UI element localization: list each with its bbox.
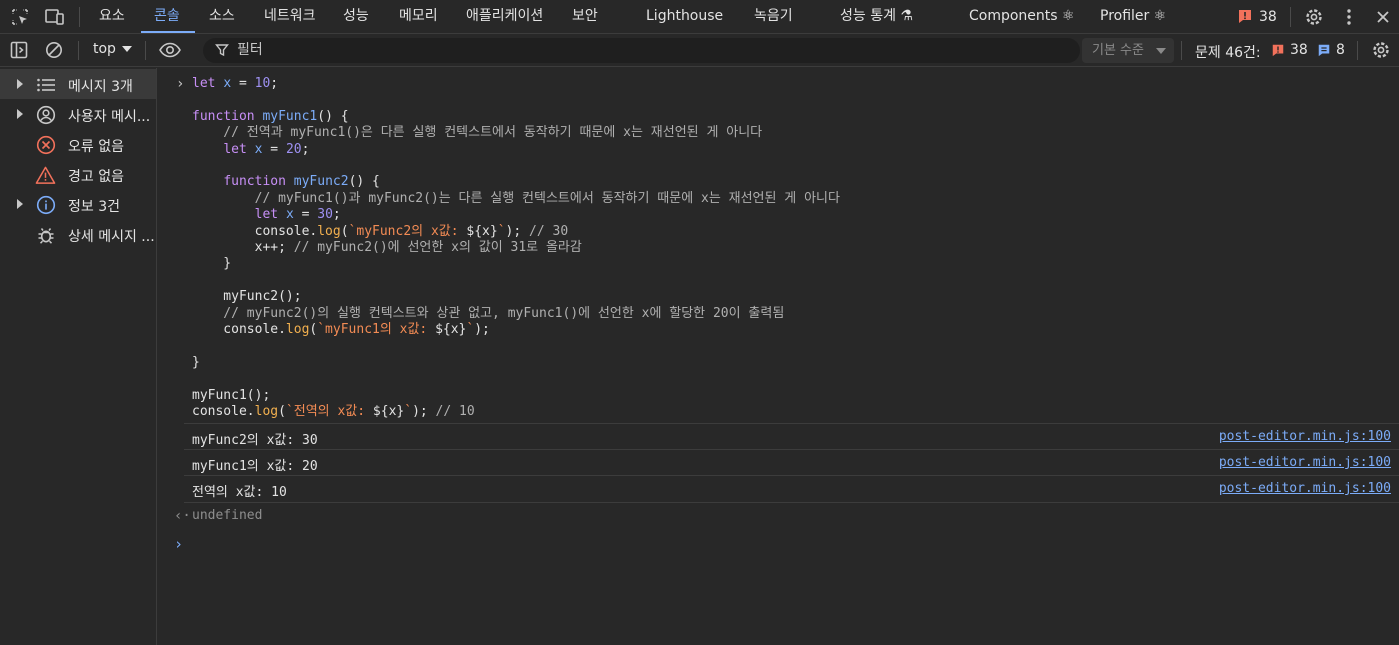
code-line: // myFunc2()의 실행 컨텍스트와 상관 없고, myFunc1()에… <box>192 305 785 321</box>
device-toolbar-icon[interactable] <box>45 7 65 27</box>
info-icon <box>35 194 56 215</box>
expand-arrow-icon[interactable] <box>17 79 23 89</box>
issues-summary-label[interactable]: 문제 46건: <box>1195 42 1261 62</box>
tab-security[interactable]: 보안 <box>572 0 598 33</box>
issues-error-icon[interactable] <box>1237 8 1253 24</box>
more-options-icon[interactable] <box>1339 7 1359 27</box>
tab-performance[interactable]: 성능 <box>343 0 369 33</box>
sidebar-item-label: 사용자 메시... <box>68 109 151 125</box>
sidebar-item-warnings[interactable]: 경고 없음 <box>0 159 156 189</box>
issues-info-icon[interactable] <box>1317 43 1331 57</box>
toolbar-divider <box>1181 41 1182 60</box>
log-levels-label: 기본 수준 <box>1092 43 1144 58</box>
code-line: // 전역과 myFunc1()은 다른 실행 컨텍스트에서 동작하기 때문에 … <box>192 125 763 141</box>
sidebar-item-errors[interactable]: 오류 없음 <box>0 129 156 159</box>
bug-icon <box>35 224 56 245</box>
active-tab-indicator <box>141 31 195 33</box>
warning-icon <box>35 164 56 185</box>
filter-input[interactable] <box>237 40 1037 60</box>
code-line: myFunc2(); <box>192 289 302 305</box>
toolbar-divider <box>145 41 146 60</box>
console-log-row[interactable]: myFunc1의 x값: 20 post-editor.min.js:100 <box>184 449 1399 475</box>
input-chevron-icon: › <box>176 76 185 92</box>
console-log-row[interactable]: myFunc2의 x값: 30 post-editor.min.js:100 <box>184 423 1399 449</box>
log-message: 전역의 x값: 10 <box>192 485 287 500</box>
log-source-link[interactable]: post-editor.min.js:100 <box>1219 429 1391 444</box>
inspect-element-icon[interactable] <box>10 7 30 27</box>
code-line: x++; // myFunc2()에 선언한 x의 값이 31로 올라감 <box>192 240 582 256</box>
live-expression-eye-icon[interactable] <box>158 40 182 60</box>
sidebar-item-label: 상세 메시지 ... <box>68 229 155 245</box>
log-levels-dropdown[interactable]: 기본 수준 <box>1082 38 1174 63</box>
sidebar-item-label: 정보 3건 <box>68 199 120 215</box>
code-line: let x = 30; <box>254 207 341 223</box>
console-input-code[interactable]: let x = 10; function myFunc1() { // 전역과 … <box>192 76 840 421</box>
list-icon <box>35 74 56 95</box>
sidebar-item-info[interactable]: 정보 3건 <box>0 189 156 219</box>
tab-recorder[interactable]: 녹음기 <box>754 0 793 33</box>
toggle-sidebar-icon[interactable] <box>9 40 29 60</box>
issues-error-icon[interactable] <box>1271 43 1285 57</box>
code-line: console.log(`myFunc1의 x값: ${x}`); <box>192 322 490 338</box>
context-selector[interactable]: top <box>93 41 116 57</box>
issues-error-count[interactable]: 38 <box>1290 42 1308 58</box>
devtools-tab-bar: 요소 콘솔 소스 네트워크 성능 메모리 애플리케이션 보안 Lighthous… <box>0 0 1399 34</box>
console-settings-gear-icon[interactable] <box>1371 40 1391 60</box>
tab-profiler[interactable]: Profiler ⚛ <box>1100 0 1166 33</box>
code-line: console.log(`myFunc2의 x값: ${x}`); // 30 <box>192 223 569 239</box>
chevron-down-icon <box>1156 48 1166 54</box>
code-line: } <box>192 256 232 272</box>
expand-arrow-icon[interactable] <box>17 109 23 119</box>
console-log-row[interactable]: 전역의 x값: 10 post-editor.min.js:100 <box>184 475 1399 503</box>
sidebar-item-label: 메시지 3개 <box>68 79 133 95</box>
console-prompt-icon[interactable]: › <box>174 535 183 553</box>
code-line: // myFunc1()과 myFunc2()는 다른 실행 컨텍스트에서 동작… <box>192 190 840 206</box>
log-message: myFunc2의 x값: 30 <box>192 433 318 448</box>
code-line: let x = 20; <box>223 141 310 157</box>
tabbar-divider <box>1290 7 1291 27</box>
code-line: console.log(`전역의 x값: ${x}`); // 10 <box>192 404 475 420</box>
code-line: myFunc1(); <box>192 387 271 403</box>
issues-info-count[interactable]: 8 <box>1336 42 1345 58</box>
context-caret-icon[interactable] <box>122 46 132 52</box>
log-source-link[interactable]: post-editor.min.js:100 <box>1219 481 1391 496</box>
log-message: myFunc1의 x값: 20 <box>192 459 318 474</box>
log-source-link[interactable]: post-editor.min.js:100 <box>1219 455 1391 470</box>
tabbar-divider <box>79 7 80 27</box>
filter-input-container[interactable] <box>203 38 1080 63</box>
clear-console-icon[interactable] <box>44 40 64 60</box>
code-line: let x = 10; <box>192 76 279 91</box>
eval-result: undefined <box>192 508 263 523</box>
code-line: } <box>192 354 200 370</box>
tab-sources[interactable]: 소스 <box>209 0 235 33</box>
tab-lighthouse[interactable]: Lighthouse <box>646 0 723 33</box>
sidebar-item-user-messages[interactable]: 사용자 메시... <box>0 99 156 129</box>
toolbar-divider <box>78 41 79 60</box>
tab-performance-insights[interactable]: 성능 통계 ⚗ <box>840 0 913 33</box>
toolbar-divider <box>1357 41 1358 60</box>
tab-console[interactable]: 콘솔 <box>154 0 180 33</box>
expand-arrow-icon[interactable] <box>17 199 23 209</box>
tab-elements[interactable]: 요소 <box>99 0 125 33</box>
console-output[interactable]: › let x = 10; function myFunc1() { // 전역… <box>157 68 1399 645</box>
error-icon <box>35 134 56 155</box>
close-devtools-icon[interactable] <box>1373 7 1393 27</box>
user-icon <box>35 104 56 125</box>
console-toolbar: top 기본 수준 문제 46건: 38 8 <box>0 34 1399 67</box>
sidebar-item-label: 경고 없음 <box>68 169 124 185</box>
result-arrow-icon: ‹· <box>174 508 191 524</box>
sidebar-item-messages[interactable]: 메시지 3개 <box>0 69 156 99</box>
tab-memory[interactable]: 메모리 <box>399 0 438 33</box>
sidebar-item-label: 오류 없음 <box>68 139 124 155</box>
code-line: function myFunc2() { <box>223 174 380 190</box>
issues-error-count[interactable]: 38 <box>1259 9 1277 25</box>
console-sidebar: 메시지 3개 사용자 메시... 오류 없음 경고 없음 정보 3건 상세 메시… <box>0 68 157 645</box>
tab-components[interactable]: Components ⚛ <box>969 0 1075 33</box>
sidebar-item-verbose[interactable]: 상세 메시지 ... <box>0 219 156 249</box>
filter-funnel-icon <box>215 43 229 57</box>
tab-network[interactable]: 네트워크 <box>264 0 316 33</box>
tab-application[interactable]: 애플리케이션 <box>466 0 543 33</box>
code-line: function myFunc1() { <box>192 108 349 124</box>
settings-gear-icon[interactable] <box>1304 7 1324 27</box>
